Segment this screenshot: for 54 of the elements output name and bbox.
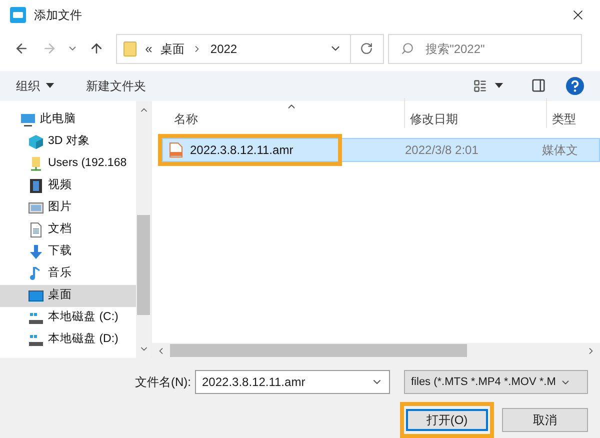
filename-field[interactable]: 2022.3.8.12.11.amr [195,370,390,394]
computer-icon [20,112,36,128]
new-folder-button[interactable]: 新建文件夹 [86,76,146,95]
open-button[interactable]: 打开(O) [406,409,488,432]
filetype-dropdown[interactable]: files (*.MTS *.MP4 *.MOV *.M [404,370,588,394]
sidebar-item[interactable]: 此电脑 [0,108,136,131]
path-segment[interactable]: 桌面 [160,40,184,58]
window-title: 添加文件 [34,6,82,24]
sidebar-item[interactable]: 图片 [0,196,136,219]
desktop-icon [28,288,44,304]
film-icon [28,178,44,194]
column-header[interactable]: 修改日期 [405,98,547,128]
file-type: 媒体文 [542,142,578,159]
sidebar-item[interactable]: 视频 [0,174,136,197]
sidebar-item[interactable]: 下载 [0,240,136,263]
sidebar-item[interactable]: 音乐 [0,262,136,285]
right-arrow-icon [42,41,57,56]
document-icon [28,222,44,238]
preview-pane-button[interactable] [531,78,546,94]
sidebar-item[interactable]: 3D 对象 [0,130,136,153]
caret-icon [495,83,503,88]
folder-icon [123,40,138,57]
view-options-button[interactable] [473,78,503,93]
sidebar-item[interactable]: Users (192.168 [0,152,136,175]
folder-network-icon [28,156,44,172]
organize-menu[interactable]: 组织 [16,76,54,95]
scrollbar[interactable] [136,100,151,358]
help-icon [566,76,584,95]
pane-icon [531,78,546,94]
cube-icon [28,134,44,150]
down-arrow-icon [28,244,44,260]
app-logo-icon [10,6,26,23]
horizontal-scrollbar[interactable] [152,343,600,358]
path-overflow[interactable]: « [145,39,152,59]
cancel-button[interactable]: 取消 [502,408,588,432]
column-header[interactable]: 名称 [152,98,405,128]
search-icon [400,42,414,56]
help-button[interactable] [566,76,584,95]
filename-label: 文件名(N): [135,374,191,392]
file-name: 2022.3.8.12.11.amr [190,142,294,159]
column-header[interactable]: 类型 [547,98,600,128]
list-view-icon [473,78,487,93]
caret-icon [46,83,54,88]
picture-icon [28,200,44,216]
path-segment[interactable]: 2022 [210,40,238,58]
sidebar-item[interactable]: 本地磁盘 (C:) [0,306,136,329]
search-field[interactable]: 搜索"2022" [388,34,582,64]
sidebar-item[interactable]: 桌面 [0,284,136,307]
audio-file-icon [168,142,184,158]
sidebar-item[interactable]: 文档 [0,218,136,241]
file-date: 2022/3/8 2:01 [405,142,480,159]
address-bar[interactable]: « 桌面 2022 [116,34,384,64]
refresh-icon [360,42,374,56]
sidebar-item[interactable]: 本地磁盘 (D:) [0,328,136,351]
